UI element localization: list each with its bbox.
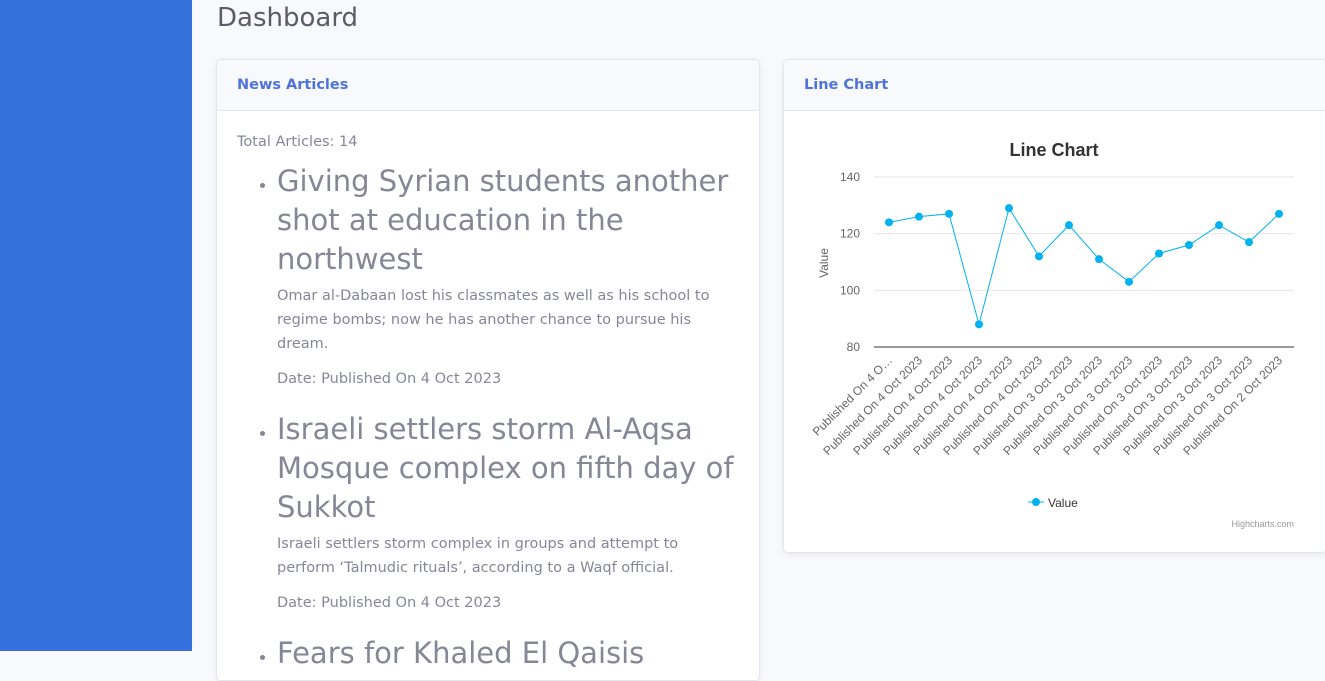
data-point: [1095, 255, 1103, 264]
y-tick-label: 120: [840, 227, 860, 241]
chart-credits[interactable]: Highcharts.com: [1231, 519, 1294, 529]
page-title: Dashboard: [217, 3, 359, 33]
article-item: Israeli settlers storm Al-Aqsa Mosque co…: [277, 410, 739, 614]
news-card-header: News Articles: [217, 60, 759, 111]
legend-item-value: Value: [1048, 496, 1078, 510]
y-axis-label: Value: [817, 248, 831, 278]
article-description: Israeli settlers storm complex in groups…: [277, 536, 679, 576]
article-title[interactable]: Israeli settlers storm Al-Aqsa Mosque co…: [277, 410, 739, 527]
data-point: [1005, 204, 1013, 213]
data-point: [1125, 277, 1133, 286]
data-point: [1065, 221, 1073, 230]
chart-container: Line Chart 80 100 120 140 Value Published O…: [784, 111, 1325, 552]
data-point: [945, 209, 953, 218]
data-point: [1245, 238, 1253, 247]
sidebar: [0, 0, 192, 651]
legend-dot-marker: [1032, 498, 1040, 506]
chart-card-title: Line Chart: [804, 77, 889, 93]
data-point: [1215, 221, 1223, 230]
data-point: [915, 212, 923, 221]
y-tick-label: 80: [847, 340, 861, 354]
article-item: Fears for Khaled El Qaisis: [277, 634, 739, 673]
article-date: Date: Published On 4 Oct 2023: [277, 595, 502, 611]
y-axis-ticks: 80 100 120 140: [840, 170, 860, 354]
chart-legend[interactable]: Value: [1028, 496, 1078, 510]
chart-title: Line Chart: [1009, 140, 1098, 160]
y-tick-label: 140: [840, 170, 860, 184]
y-tick-label: 100: [840, 283, 860, 297]
data-point: [1185, 241, 1193, 249]
data-point: [1275, 209, 1283, 218]
chart-card-header: Line Chart: [784, 60, 1325, 111]
data-point: [975, 320, 983, 329]
chart-series: [885, 204, 1283, 329]
news-articles-card: News Articles Total Articles: 14 Giving …: [216, 59, 760, 681]
line-chart[interactable]: Line Chart 80 100 120 140 Value Published O…: [784, 111, 1324, 551]
total-articles: Total Articles: 14: [237, 134, 358, 150]
chart-grid: [874, 176, 1294, 348]
line-chart-card: Line Chart Line Chart 80 100 120 140 Value …: [783, 59, 1325, 553]
article-item: Giving Syrian students another shot at e…: [277, 162, 739, 390]
news-card-body: Total Articles: 14 Giving Syrian student…: [217, 111, 759, 673]
article-list: Giving Syrian students another shot at e…: [237, 162, 739, 673]
article-title[interactable]: Giving Syrian students another shot at e…: [277, 162, 739, 279]
data-point: [1155, 249, 1163, 258]
data-point: [1035, 252, 1043, 261]
data-point: [885, 218, 893, 227]
article-title[interactable]: Fears for Khaled El Qaisis: [277, 634, 739, 673]
article-description: Omar al-Dabaan lost his classmates as we…: [277, 288, 710, 352]
article-date: Date: Published On 4 Oct 2023: [277, 371, 502, 387]
x-axis-ticks: Published On 4 O…Published On 4 Oct 2023…: [810, 353, 1286, 458]
news-card-title: News Articles: [237, 77, 349, 93]
